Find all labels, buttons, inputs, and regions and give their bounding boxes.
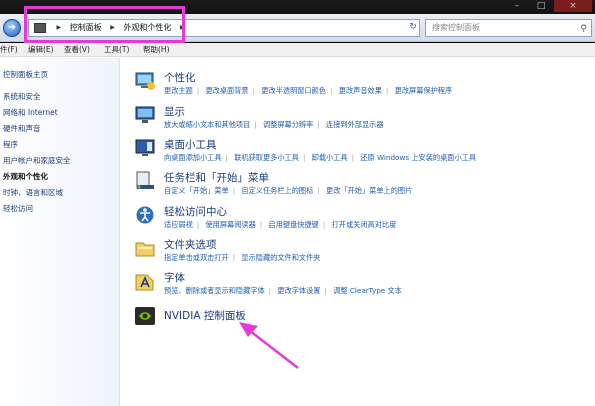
refresh-icon[interactable]: ↻ [406, 19, 420, 37]
minimize-button[interactable]: – [506, 0, 528, 12]
annotation-arrow [239, 322, 299, 369]
menu-view[interactable]: 查看(V) [64, 43, 90, 56]
back-button[interactable]: ➜ [3, 19, 21, 37]
back-arrow-icon: ➜ [7, 22, 17, 33]
sidebar-item-home[interactable]: 控制面板主页 [3, 69, 48, 80]
sidebar-item-ease-of-access[interactable]: 轻松访问 [3, 203, 33, 214]
maximize-button[interactable]: □ [530, 0, 552, 12]
annotation-highlight-box [24, 6, 185, 43]
sidebar-item-clock-region[interactable]: 时钟、语言和区域 [3, 187, 63, 198]
search-input[interactable]: 搜索控制面板 ⚲ [425, 19, 592, 37]
search-placeholder: 搜索控制面板 [432, 23, 480, 32]
main-content: 个性化 更改主题 | 更改桌面背景 | 更改半透明窗口颜色 | 更改声音效果 | 更改屏… [122, 58, 595, 406]
sidebar-item-system-security[interactable]: 系统和安全 [3, 91, 41, 102]
menu-bar: 件(F) 编辑(E) 查看(V) 工具(T) 帮助(H) [0, 43, 595, 57]
sidebar-item-programs[interactable]: 程序 [3, 139, 18, 150]
close-button[interactable]: × [554, 0, 592, 12]
sidebar-item-user-accounts[interactable]: 用户帐户和家庭安全 [3, 155, 71, 166]
sidebar: 控制面板主页 系统和安全 网络和 Internet 硬件和声音 程序 用户帐户和… [0, 58, 120, 406]
sidebar-item-appearance: 外观和个性化 [3, 172, 48, 181]
search-icon: ⚲ [580, 24, 587, 34]
sidebar-item-network[interactable]: 网络和 Internet [3, 107, 58, 118]
menu-tools[interactable]: 工具(T) [104, 43, 129, 56]
sidebar-item-hardware-sound[interactable]: 硬件和声音 [3, 123, 41, 134]
menu-edit[interactable]: 编辑(E) [28, 43, 54, 56]
menu-help[interactable]: 帮助(H) [143, 43, 170, 56]
menu-file[interactable]: 件(F) [0, 43, 18, 56]
